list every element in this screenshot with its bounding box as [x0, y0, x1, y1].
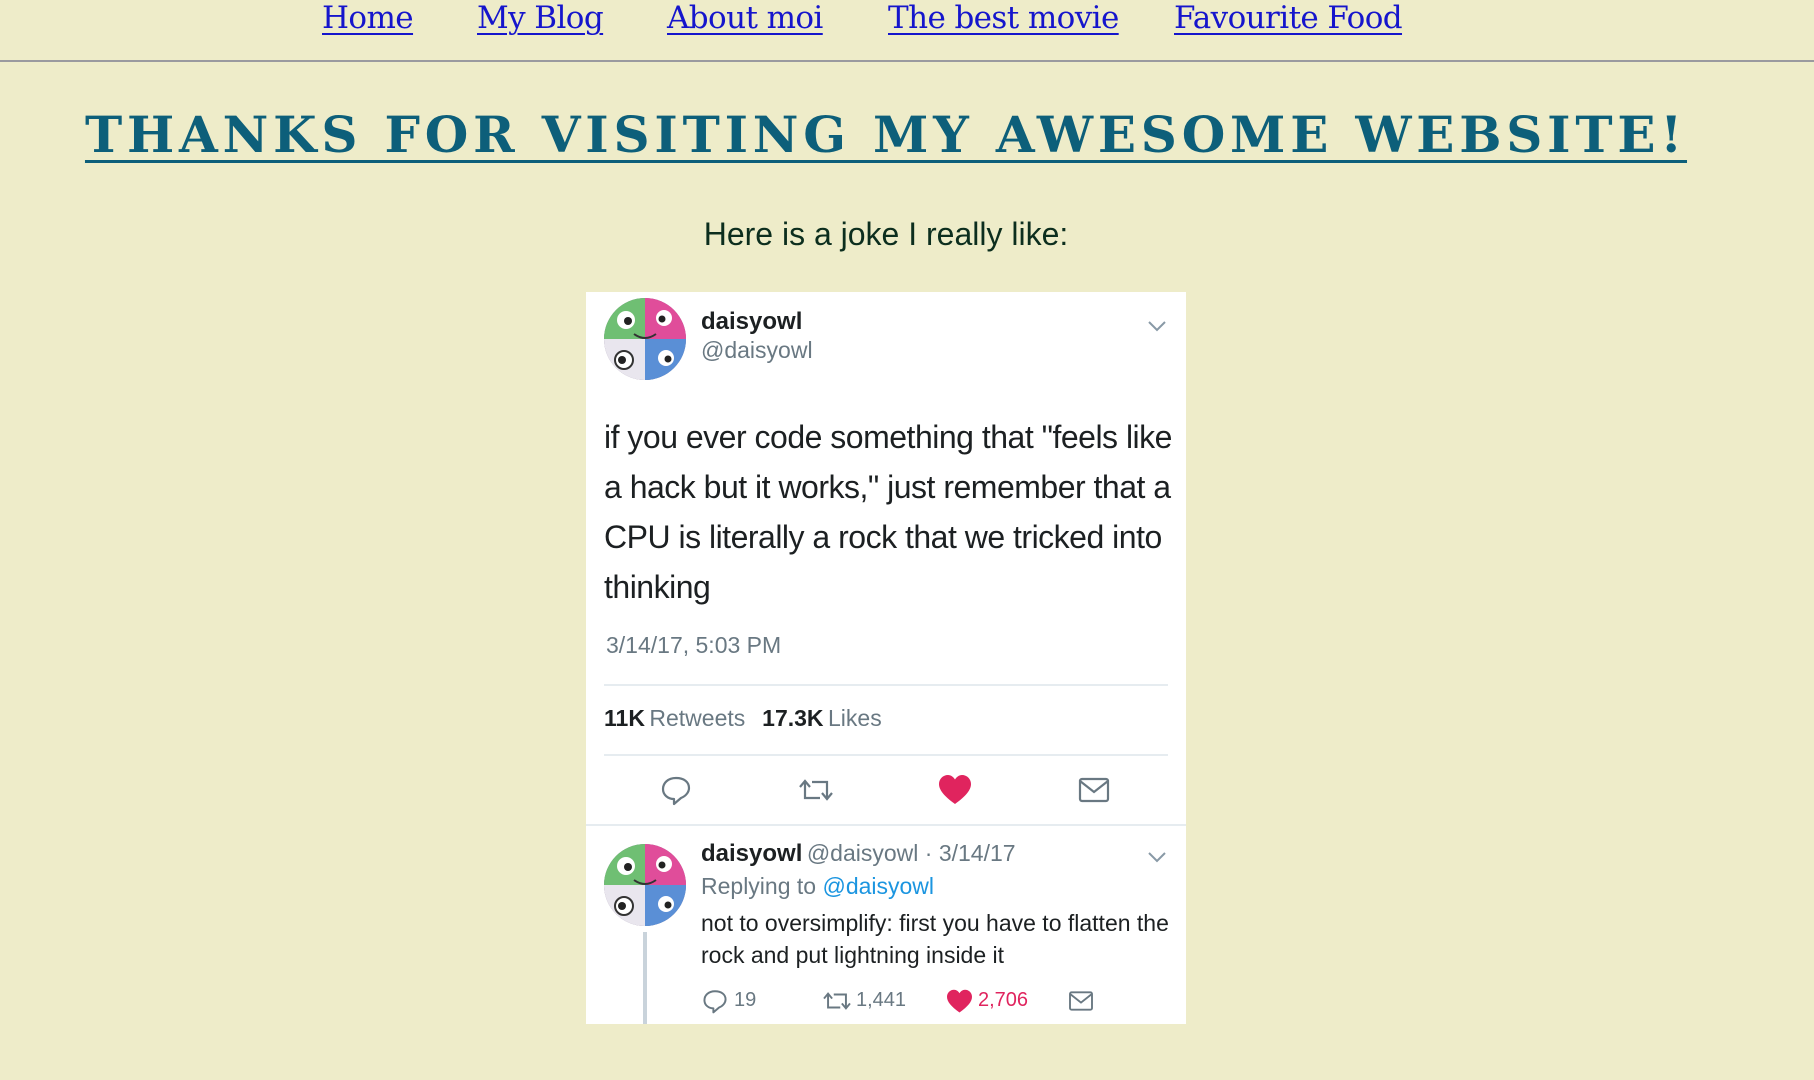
divider	[586, 824, 1186, 826]
tweet-author-name: daisyowl	[701, 308, 803, 335]
tweet-timestamp: 3/14/17, 5:03 PM	[606, 632, 782, 658]
likes-label: Likes	[828, 705, 882, 731]
mail-icon[interactable]	[1078, 776, 1110, 804]
mail-icon[interactable]	[1068, 990, 1094, 1012]
reply-text: not to oversimplify: first you have to f…	[701, 910, 1169, 968]
chevron-down-icon[interactable]	[1148, 851, 1166, 863]
top-nav: Home My Blog About moi The best movie Fa…	[0, 0, 1814, 62]
page-title: THANKS FOR VISITING MY AWESOME WEBSITE!	[84, 105, 1688, 164]
retweets-label: Retweets	[649, 705, 746, 731]
replying-to-prefix: Replying to	[701, 873, 817, 899]
reply-avatar	[604, 844, 686, 926]
divider	[604, 754, 1168, 756]
nav-link-home[interactable]: Home	[322, 0, 414, 38]
retweet-count: 1,441	[856, 989, 907, 1011]
reply-handle-date: @daisyowl · 3/14/17	[806, 840, 1016, 866]
reply-count: 19	[734, 989, 757, 1011]
reply-icon[interactable]	[702, 988, 728, 1014]
heart-icon[interactable]	[946, 989, 973, 1014]
heart-icon[interactable]	[938, 774, 972, 806]
nav-link-favourite-food[interactable]: Favourite Food	[1174, 0, 1403, 38]
retweet-icon[interactable]	[822, 988, 852, 1014]
tweet-author-handle: @daisyowl	[701, 337, 813, 363]
intro-text: Here is a joke I really like:	[703, 216, 1069, 252]
like-count: 2,706	[978, 989, 1029, 1011]
nav-link-about-moi[interactable]: About moi	[667, 0, 823, 38]
nav-link-best-movie[interactable]: The best movie	[888, 0, 1119, 38]
replying-to: Replying to @daisyowl	[701, 873, 934, 900]
chevron-down-icon[interactable]	[1148, 320, 1166, 332]
divider	[604, 684, 1168, 686]
tweet-stats: 11K Retweets 17.3K Likes	[604, 705, 882, 732]
thread-line	[643, 932, 647, 1024]
reply-author-name: daisyowl	[701, 840, 803, 867]
retweet-icon[interactable]	[798, 774, 834, 806]
tweet-text: if you ever code something that "feels l…	[604, 419, 1172, 605]
reply-header: daisyowl @daisyowl · 3/14/17	[701, 840, 1016, 868]
reply-icon[interactable]	[660, 774, 692, 806]
avatar	[604, 298, 686, 380]
nav-link-my-blog[interactable]: My Blog	[477, 0, 604, 38]
retweets-count: 11K	[604, 705, 645, 731]
likes-count: 17.3K	[762, 705, 824, 731]
replying-to-handle[interactable]: @daisyowl	[822, 873, 934, 899]
tweet-image: daisyowl @daisyowl if you ever code some…	[586, 292, 1186, 1024]
